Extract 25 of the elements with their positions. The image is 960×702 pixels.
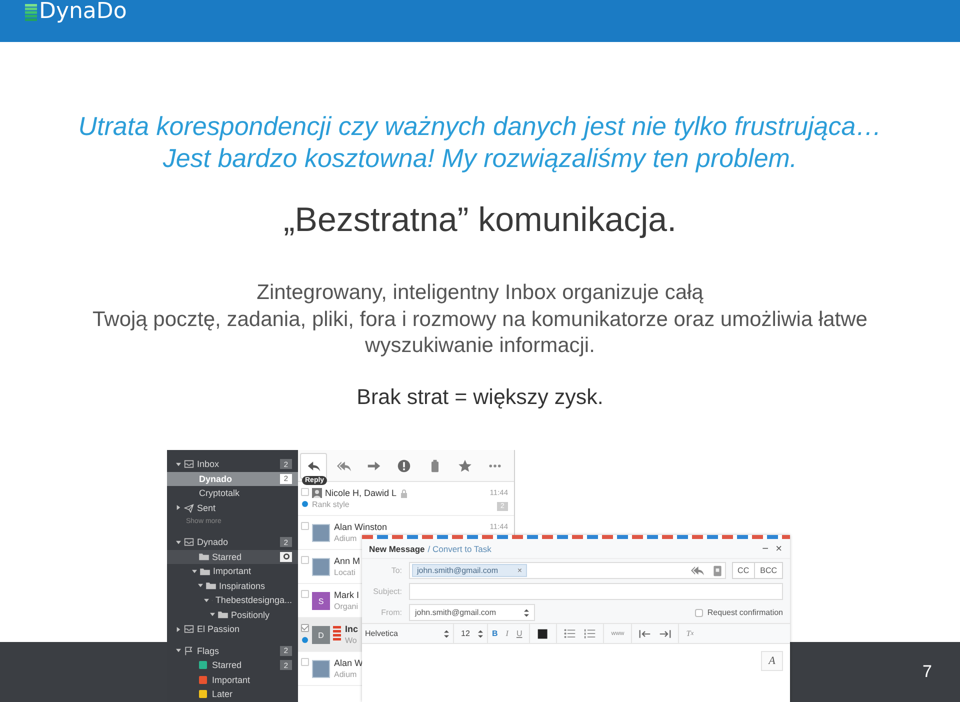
sender-name: Nicole H, Dawid L — [325, 488, 397, 498]
slide-heading: „Bezstratna” komunikacja. — [283, 202, 677, 238]
message-subject: Organi — [334, 602, 358, 611]
message-subject: Rank style — [312, 500, 350, 509]
message-subject: Locati — [334, 568, 356, 577]
message-subject: Wo — [345, 636, 357, 645]
recipient-address: john.smith@gmail.com — [417, 566, 498, 575]
to-label: To: — [390, 566, 403, 575]
sender-name: Mark I — [334, 590, 360, 600]
body-paragraph: Zintegrowany, inteligentny Inbox organizuje całą Twoją pocztę, zadania, pliki, fora i rozmowy na komunikatorze oraz umożliwia łatwe wyszukiwanie informacji. — [92, 280, 868, 359]
sender-name: Ann M — [334, 556, 360, 566]
letter-avatar: D — [312, 626, 330, 644]
lead-text: Jest bardzo kosztowna! My rozwiązaliśmy ten problem. — [162, 142, 798, 174]
checkbox-label: Request confirmation — [707, 608, 783, 617]
message-subject: Adium — [334, 534, 357, 543]
logo-text: DynaDo — [39, 0, 127, 24]
sender-name: Alan Winston — [334, 522, 388, 532]
subject-label: Subject: — [372, 587, 403, 596]
page-number: 7 — [922, 662, 932, 682]
tagline: Brak strat = większy zysk. — [356, 384, 604, 410]
lead-text: Utrata korespondencji czy ważnych danych jest nie tylko frustrująca… — [78, 110, 882, 142]
message-subject: Adium — [334, 670, 357, 679]
letter-avatar: S — [312, 592, 330, 610]
sender-name: Inc — [345, 624, 358, 634]
from-label: From: — [380, 608, 403, 617]
